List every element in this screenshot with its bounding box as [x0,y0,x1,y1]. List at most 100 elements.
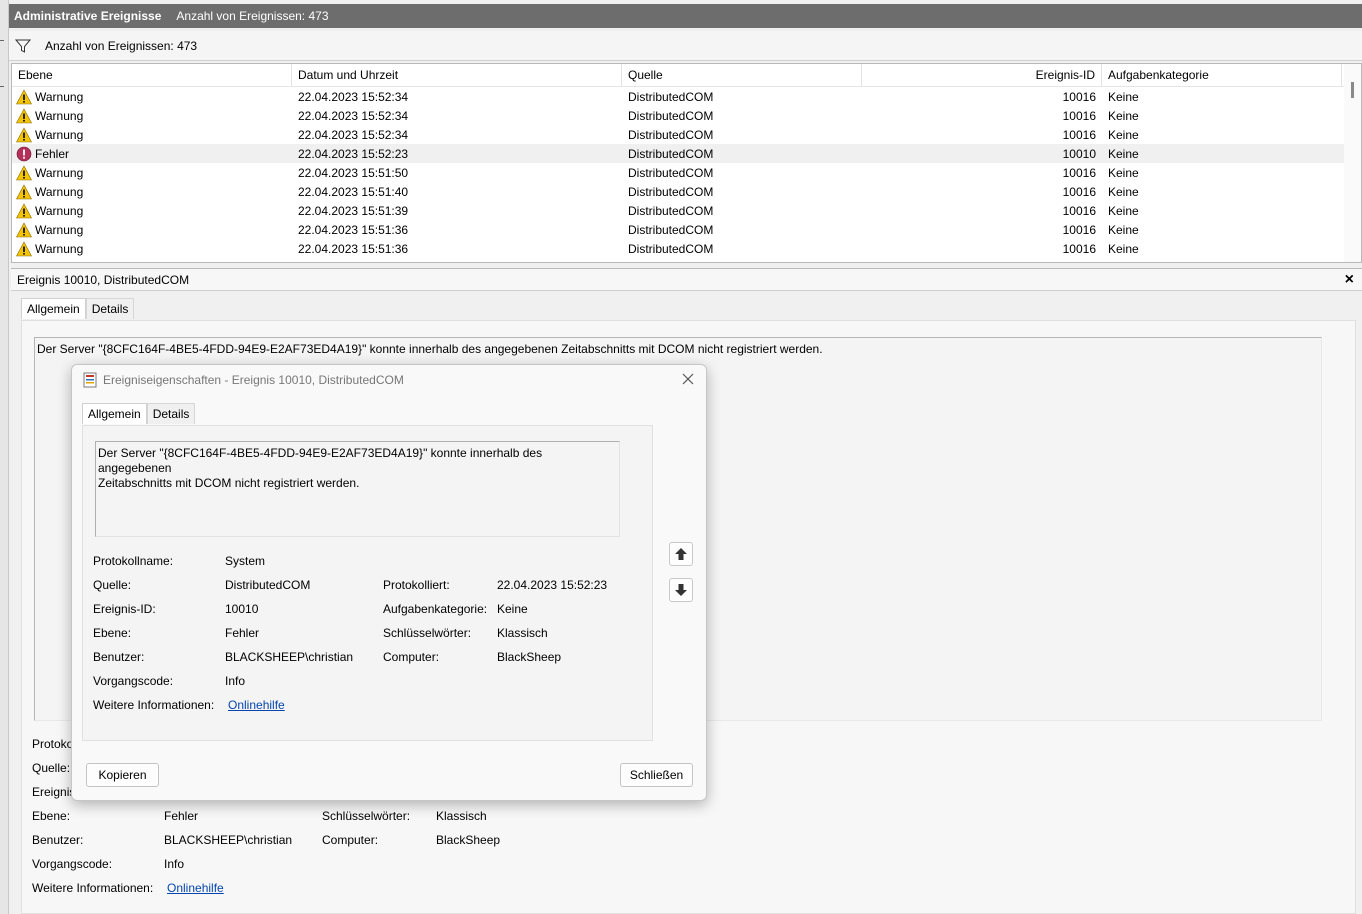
table-row[interactable]: Warnung 22.04.2023 15:51:50 DistributedCOM… [12,163,1361,182]
next-event-button[interactable] [669,578,693,602]
label-vorgangscode: Vorgangscode: [32,857,113,871]
cell-task-category: Keine [1108,203,1139,218]
warning-icon [16,126,32,142]
value-schluesselwoerter: Klassisch [436,809,487,823]
cell-date: 22.04.2023 15:52:34 [298,89,409,104]
view-titlebar: Administrative Ereignisse Anzahl von Ere… [9,4,1362,28]
copy-button[interactable]: Kopieren [86,763,159,787]
cell-event-id: 10010 [1062,146,1096,161]
strip-tick [0,40,4,41]
level-text: Warnung [35,165,84,180]
value-vorgangscode: Info [225,674,246,688]
close-icon[interactable]: × [1345,271,1354,289]
close-icon[interactable] [678,369,698,389]
table-row[interactable]: Warnung 22.04.2023 15:52:34 DistributedCOM… [12,87,1361,106]
warning-icon [16,88,32,104]
level-text: Warnung [35,108,84,123]
table-row[interactable]: Warnung 22.04.2023 15:52:34 DistributedCOM… [12,106,1361,125]
cell-event-id: 10016 [1062,89,1096,104]
label-protokoll: Protoko [32,737,74,751]
view-title: Administrative Ereignisse [14,9,162,23]
dialog-titlebar: Ereigniseigenschaften - Ereignis 10010, … [82,372,404,388]
cell-date: 22.04.2023 15:51:36 [298,222,409,237]
warning-icon [16,107,32,123]
level-text: Warnung [35,184,84,199]
level-text: Warnung [35,222,84,237]
level-text: Fehler [35,146,70,161]
label-quelle: Quelle: [93,578,132,592]
column-header-date[interactable]: Datum und Uhrzeit [292,64,622,86]
value-schluesselwoerter: Klassisch [497,626,548,640]
cell-event-id: 10016 [1062,222,1096,237]
dialog-title: Ereigniseigenschaften - Ereignis 10010, … [103,373,404,387]
table-row[interactable]: Warnung 22.04.2023 15:51:36 DistributedCOM… [12,220,1361,239]
vertical-scrollbar[interactable] [1344,64,1361,262]
cell-level: Warnung [12,126,292,143]
cell-date: 22.04.2023 15:52:23 [298,146,409,161]
cell-source: DistributedCOM [628,222,714,237]
table-row[interactable]: Warnung 22.04.2023 15:51:40 DistributedCOM… [12,182,1361,201]
event-properties-dialog: Ereigniseigenschaften - Ereignis 10010, … [71,364,707,801]
cell-source: DistributedCOM [628,146,714,161]
label-aufgabenkategorie: Aufgabenkategorie: [383,602,488,616]
label-ebene: Ebene: [93,626,132,640]
event-list[interactable]: Ebene Datum und Uhrzeit Quelle Ereignis-… [11,63,1362,263]
tab-details[interactable]: Details [85,298,135,319]
value-benutzer: BLACKSHEEP\christian [164,833,293,847]
event-count: Anzahl von Ereignissen: 473 [176,9,329,23]
label-schluesselwoerter: Schlüsselwörter: [383,626,472,640]
event-detail-header: Ereignis 10010, DistributedCOM × [11,268,1362,291]
value-benutzer: BLACKSHEEP\christian [225,650,354,664]
label-benutzer: Benutzer: [32,833,84,847]
column-header-source[interactable]: Quelle [622,64,862,86]
cell-source: DistributedCOM [628,89,714,104]
dialog-tab-allgemein[interactable]: Allgemein [82,403,147,424]
value-aufgabenkategorie: Keine [497,602,528,616]
level-text: Warnung [35,241,84,256]
value-computer: BlackSheep [436,833,501,847]
column-header-task-category[interactable]: Aufgabenkategorie [1102,64,1342,86]
value-vorgangscode: Info [164,857,185,871]
cell-level: Warnung [12,202,292,219]
arrow-down-icon [675,584,687,596]
value-ereignis-id: 10010 [225,602,259,616]
table-row[interactable]: Warnung 22.04.2023 15:51:36 DistributedCOM… [12,239,1361,258]
dialog-message-line: Der Server "{8CFC164F-4BE5-4FDD-94E9-E2A… [98,446,543,475]
value-protokollname: System [225,554,266,568]
warning-icon [16,164,32,180]
column-header-level[interactable]: Ebene [12,64,292,86]
error-icon [16,146,32,161]
dialog-tab-details[interactable]: Details [146,403,196,424]
table-row[interactable]: Warnung 22.04.2023 15:52:34 DistributedCOM… [12,125,1361,144]
cell-level: Warnung [12,221,292,238]
scrollbar-thumb[interactable] [1351,82,1354,98]
warning-icon [16,183,32,199]
column-header-event-id[interactable]: Ereignis-ID [862,64,1102,86]
cell-level: Warnung [12,107,292,124]
dialog-message-box[interactable]: Der Server "{8CFC164F-4BE5-4FDD-94E9-E2A… [95,441,620,537]
value-quelle: DistributedCOM [225,578,311,592]
cell-source: DistributedCOM [628,127,714,142]
label-schluesselwoerter: Schlüsselwörter: [322,809,411,823]
label-ebene: Ebene: [32,809,71,823]
level-text: Warnung [35,127,84,142]
detail-tabs: Allgemein Details [21,298,135,319]
onlinehilfe-link[interactable]: Onlinehilfe [167,881,224,895]
event-list-header: Ebene Datum und Uhrzeit Quelle Ereignis-… [12,64,1361,87]
strip-tick [0,86,4,87]
tab-allgemein[interactable]: Allgemein [21,298,86,319]
previous-event-button[interactable] [669,542,693,566]
cell-date: 22.04.2023 15:51:50 [298,165,409,180]
cell-task-category: Keine [1108,241,1139,256]
label-benutzer: Benutzer: [93,650,145,664]
table-row[interactable]: Warnung 22.04.2023 15:51:39 DistributedCOM… [12,201,1361,220]
close-button[interactable]: Schließen [620,763,693,787]
cell-source: DistributedCOM [628,203,714,218]
value-computer: BlackSheep [497,650,562,664]
filter-icon[interactable] [15,38,31,54]
table-row[interactable]: Fehler 22.04.2023 15:52:23 DistributedCOM 1… [12,144,1361,163]
value-protokolliert: 22.04.2023 15:52:23 [497,578,608,592]
onlinehilfe-link[interactable]: Onlinehilfe [228,698,285,712]
cell-event-id: 10016 [1062,127,1096,142]
label-ereignis-id: Ereignis-ID: [93,602,156,616]
